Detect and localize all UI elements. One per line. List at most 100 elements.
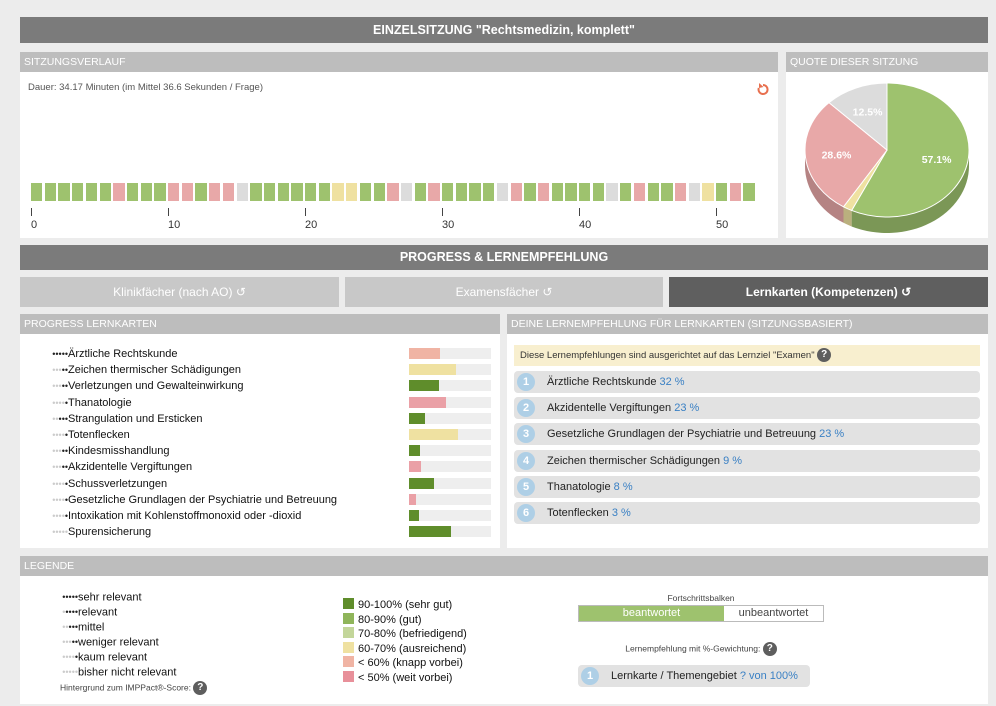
help-icon[interactable]: ? <box>762 642 777 656</box>
tab-examensfaecher[interactable]: Examensfächer ↺ <box>345 277 663 307</box>
legend-color-item: 60-70% (ausreichend) <box>343 641 467 657</box>
recommendation-percent: 9 % <box>723 454 743 467</box>
legend-relevance-item: •••••relevant <box>36 605 117 620</box>
legend-relevance-item: •••••bisher nicht relevant <box>36 665 176 680</box>
axis-tick-label: 10 <box>168 219 181 231</box>
relevance-dots: ••••• <box>26 378 68 394</box>
answer-segment <box>85 183 98 201</box>
answer-segment <box>633 183 646 201</box>
lernkarte-item: •••••Verletzungen und Gewalteinwirkung <box>26 378 243 394</box>
answer-segment <box>387 183 399 201</box>
answer-segment <box>222 183 235 201</box>
answer-segment <box>72 183 84 201</box>
pie-slice-label: 12.5% <box>853 107 883 119</box>
legend-color-item: 70-80% (befriedigend) <box>343 627 467 642</box>
recommendation-number: 6 <box>517 504 535 522</box>
answer-segment <box>359 183 372 201</box>
axis-tick <box>716 208 717 216</box>
answer-segment <box>263 183 276 201</box>
help-icon[interactable]: ? <box>817 348 832 363</box>
axis-tick-label: 30 <box>442 219 455 231</box>
legend-progress-example: beantwortet unbeantwortet <box>578 605 824 622</box>
recommendation-text: Thanatologie 8 % <box>547 476 633 498</box>
lernkarte-item: •••••Ärztliche Rechtskunde <box>26 346 177 362</box>
lernkarte-label: Intoxikation mit Kohlenstoffmonoxid oder… <box>68 510 302 522</box>
recommendation-item[interactable]: 6 Totenflecken 3 % <box>514 502 980 524</box>
answer-segment <box>483 183 495 201</box>
legend-relevance-label: mittel <box>78 621 105 634</box>
legend-answered: beantwortet <box>579 606 724 621</box>
recommendation-item[interactable]: 2 Akzidentelle Vergiftungen 23 % <box>514 397 980 420</box>
recommendation-label: Akzidentelle Vergiftungen <box>547 402 675 415</box>
answer-segment <box>510 183 522 201</box>
relevance-dots: ••••• <box>36 665 78 680</box>
axis-tick <box>31 208 32 216</box>
recommendation-item[interactable]: 5 Thanatologie 8 % <box>514 475 980 498</box>
lernkarte-item: •••••Akzidentelle Vergiftungen <box>26 459 192 475</box>
recommendation-percent: 32 % <box>659 376 685 388</box>
session-title-bar: EINZELSITZUNG "Rechtsmedizin, komplett" <box>20 17 988 43</box>
pie-slice-label: 28.6% <box>822 150 852 162</box>
answer-segment <box>277 183 289 201</box>
lernkarte-progress-track <box>409 429 491 440</box>
legend-bar-title: Fortschrittsbalken <box>667 593 735 603</box>
legend-color-swatch <box>343 671 354 682</box>
reset-icon[interactable] <box>756 82 770 96</box>
relevance-dots: ••••• <box>26 492 68 508</box>
answer-segment <box>428 183 440 201</box>
quota-panel: QUOTE DIESER SITZUNG 57.1% 28.6% 12.5% <box>786 52 988 238</box>
recommendation-label: Zeichen thermischer Schädigungen <box>547 454 724 467</box>
answer-segment <box>126 183 139 201</box>
recommendation-percent: 23 % <box>674 402 700 415</box>
legend-panel: LEGENDE •••••sehr relevant •••••relevant •… <box>20 556 988 704</box>
answer-segment <box>236 183 248 201</box>
help-icon[interactable]: ? <box>193 681 208 695</box>
lernkarte-progress-fill <box>409 429 459 440</box>
answer-segment <box>318 183 331 201</box>
answer-segment <box>58 183 70 201</box>
recommendation-text: Zeichen thermischer Schädigungen 9 % <box>547 450 742 472</box>
lernkarte-progress-track <box>409 493 491 505</box>
lernkarte-progress-track <box>409 461 491 473</box>
answer-segment <box>743 183 755 201</box>
recommendation-item[interactable]: 3 Gesetzliche Grundlagen der Psychiatrie … <box>514 423 980 446</box>
recommendation-note-text: Diese Lernempfehlungen sind ausgerichtet… <box>520 350 815 361</box>
legend-color-item: < 50% (weit vorbei) <box>343 671 452 686</box>
answer-segment <box>647 183 659 201</box>
recommendation-text: Ärztliche Rechtskunde 32 % <box>547 371 685 393</box>
legend-example-number: 1 <box>581 667 599 685</box>
tab-klinikfaecher[interactable]: Klinikfächer (nach AO) ↺ <box>20 277 339 307</box>
lernkarte-label: Strangulation und Ersticken <box>68 412 203 425</box>
lernkarte-progress-fill <box>409 412 426 424</box>
tab-lernkarten[interactable]: Lernkarten (Kompetenzen) ↺ <box>669 277 988 307</box>
answer-segment <box>716 183 728 201</box>
recommendation-item[interactable]: 4 Zeichen thermischer Schädigungen 9 % <box>514 449 980 472</box>
lernkarten-list: •••••Ärztliche Rechtskunde •••••Zeichen t… <box>20 314 500 548</box>
legend-color-label: < 60% (knapp vorbei) <box>358 657 463 670</box>
lernkarte-progress-track <box>409 380 491 392</box>
lernkarte-label: Kindesmisshandlung <box>68 445 170 458</box>
session-history-panel: SITZUNGSVERLAUF Dauer: 34.17 Minuten (im… <box>20 52 778 238</box>
lernkarte-progress-track <box>409 364 491 376</box>
legend-relevance-label: sehr relevant <box>78 591 142 604</box>
relevance-dots: ••••• <box>26 427 68 443</box>
legend-color-label: 60-70% (ausreichend) <box>358 642 467 655</box>
lernkarte-progress-track <box>409 445 491 457</box>
pie-slice-label: 57.1% <box>922 154 952 166</box>
legend-heading: LEGENDE <box>20 556 988 576</box>
legend-color-item: 90-100% (sehr gut) <box>343 598 452 613</box>
lernkarten-progress-panel: PROGRESS LERNKARTEN •••••Ärztliche Recht… <box>20 314 500 548</box>
relevance-dots: ••••• <box>26 346 68 362</box>
recommendation-text: Akzidentelle Vergiftungen 23 % <box>547 397 699 419</box>
relevance-dots: ••••• <box>26 443 68 459</box>
relevance-dots: ••••• <box>36 605 78 620</box>
lernkarte-label: Gesetzliche Grundlagen der Psychiatrie u… <box>68 493 338 506</box>
recommendation-item[interactable]: 1 Ärztliche Rechtskunde 32 % <box>514 371 980 393</box>
legend-color-label: 80-90% (gut) <box>358 613 422 626</box>
answer-segment <box>620 183 632 201</box>
lernkarte-progress-fill <box>409 493 416 505</box>
lernkarte-item: •••••Schussverletzungen <box>26 476 167 492</box>
lernkarte-progress-fill <box>409 396 446 408</box>
axis-tick <box>442 208 443 216</box>
lernkarte-progress-track <box>409 477 491 489</box>
